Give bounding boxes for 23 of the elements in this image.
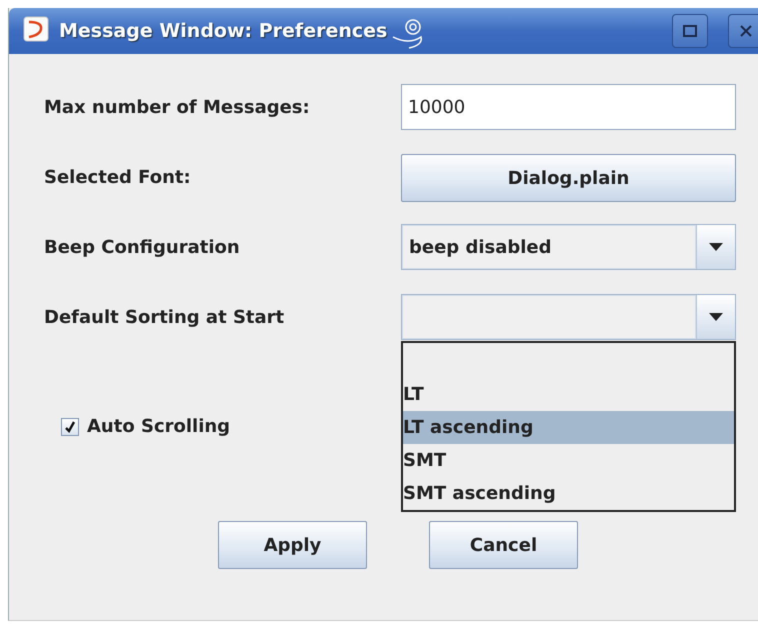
dropdown-option[interactable]: LT — [403, 378, 734, 411]
field-label: Beep Configuration — [44, 236, 241, 258]
font-button[interactable]: Dialog.plain — [401, 154, 736, 202]
maximize-icon — [683, 25, 697, 37]
close-icon — [739, 24, 753, 38]
dropdown-option[interactable]: SMT — [403, 444, 734, 477]
checkbox[interactable] — [61, 418, 79, 436]
maximize-button[interactable] — [672, 14, 708, 48]
field-label: Selected Font: — [44, 166, 192, 188]
caret-icon — [709, 243, 723, 251]
field-label: Default Sorting at Start — [44, 306, 286, 328]
app-icon — [23, 16, 49, 42]
dropdown[interactable]: beep disabled — [401, 224, 736, 270]
dialog-button[interactable]: Cancel — [429, 521, 578, 569]
caret-icon — [709, 313, 723, 321]
dialog-button[interactable]: Apply — [218, 521, 367, 569]
input-field[interactable]: 10000 — [401, 84, 736, 130]
checkbox-label: Auto Scrolling — [87, 416, 230, 437]
dropdown-option[interactable]: LT ascending — [403, 411, 734, 444]
window-title: Message Window: Preferences — [59, 20, 388, 42]
field-label: Max number of Messages: — [44, 96, 311, 118]
close-button[interactable] — [728, 14, 758, 48]
dropdown-option[interactable]: SMT ascending — [403, 477, 734, 510]
